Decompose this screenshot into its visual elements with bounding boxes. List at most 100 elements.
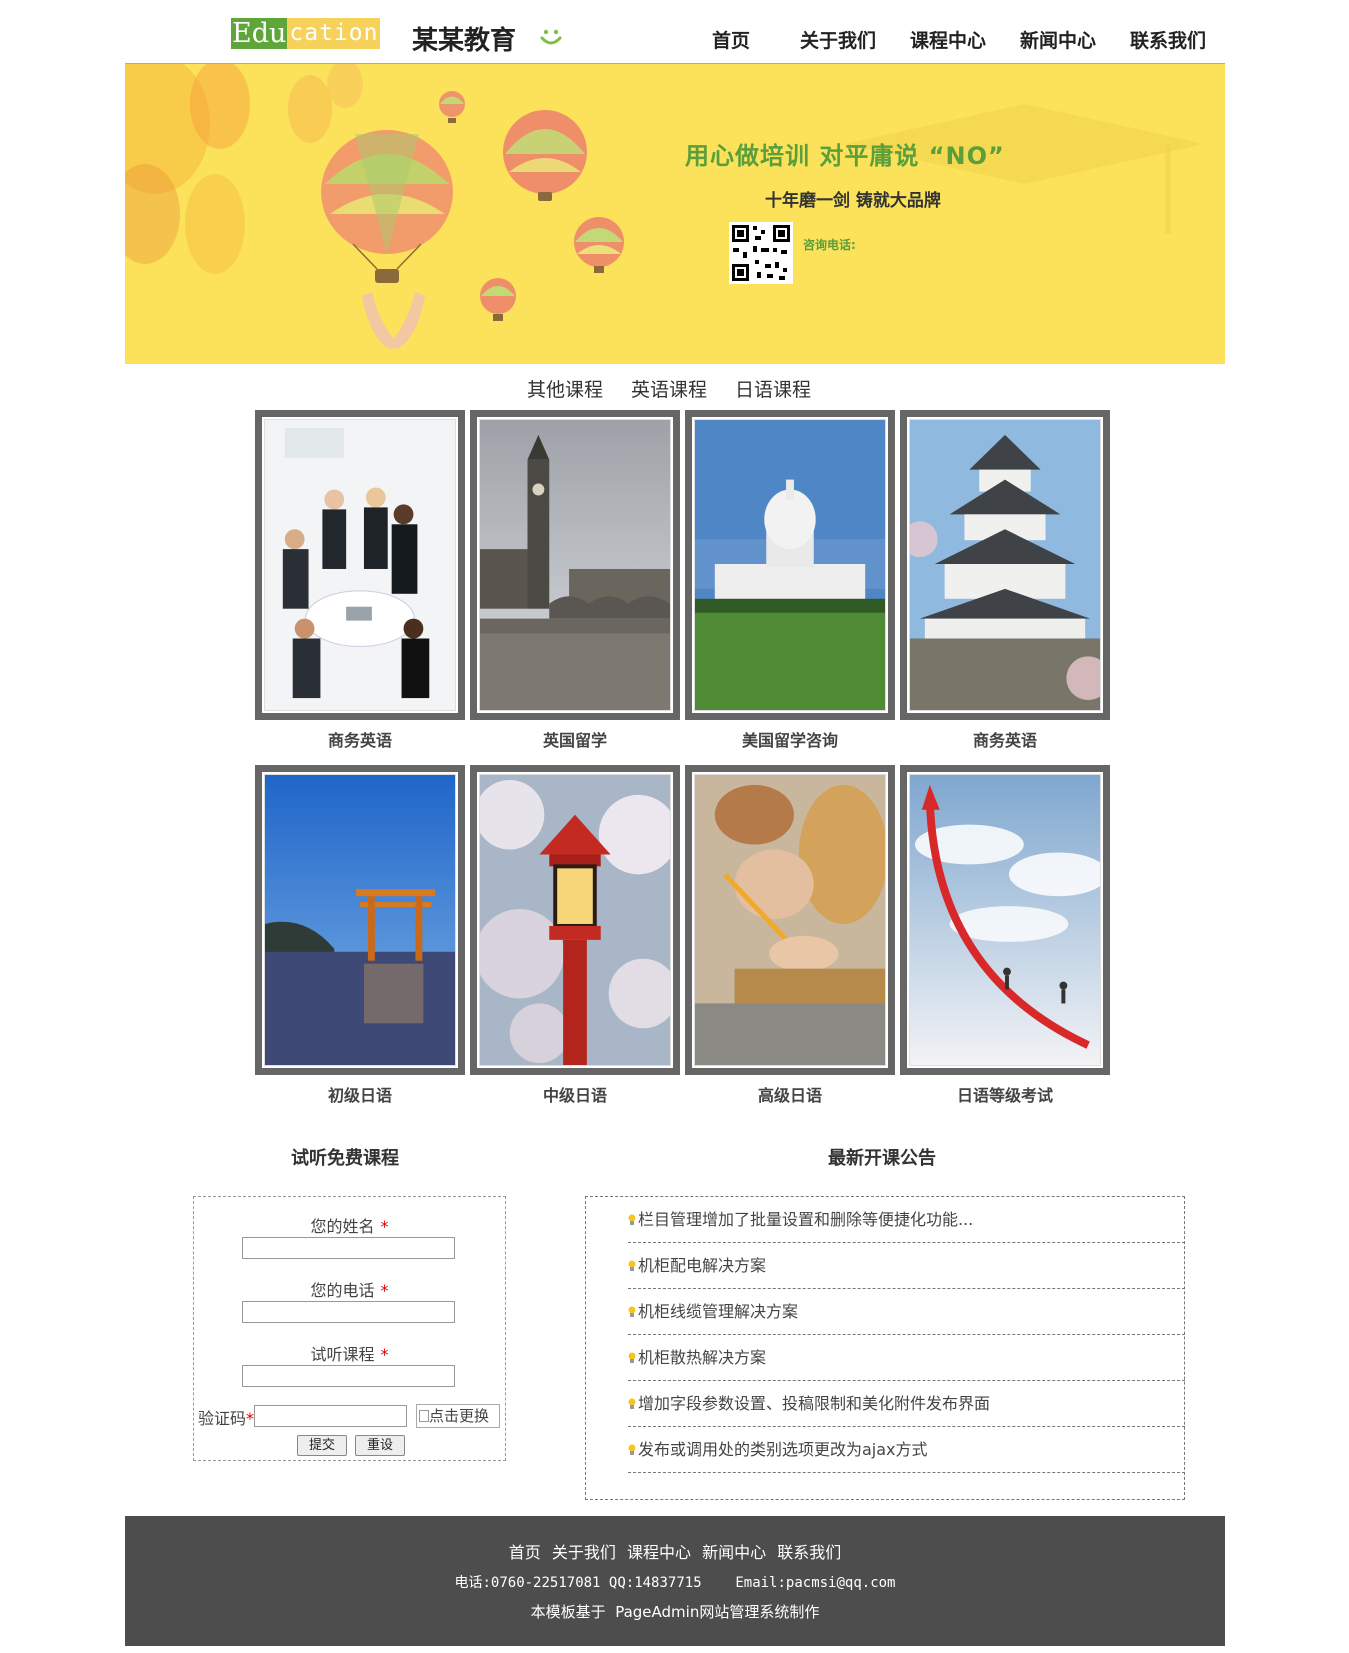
trial-form: 您的姓名 * 您的电话 * 试听课程 * 验证码* 点击更换 提交 重设 — [193, 1196, 506, 1461]
news-item-title: 机柜散热解决方案 — [638, 1348, 767, 1367]
phone-label-text: 您的电话 — [310, 1281, 375, 1300]
name-label: 您的姓名 * — [194, 1213, 505, 1237]
course-image-frame — [470, 410, 680, 720]
news-list: 栏目管理增加了批量设置和删除等便捷化功能... 机柜配电解决方案 机柜线缆管理解… — [628, 1197, 1185, 1473]
course-card[interactable]: 中级日语 — [470, 765, 680, 1105]
footer-link-contact[interactable]: 联系我们 — [777, 1543, 841, 1562]
course-card[interactable]: 商务英语 — [255, 410, 465, 750]
course-name: 商务英语 — [327, 731, 392, 750]
course-image-frame — [900, 765, 1110, 1075]
bulb-icon — [628, 1306, 636, 1317]
smile-icon — [540, 29, 562, 45]
captcha-label: 验证码* — [198, 1405, 254, 1429]
course-tabs: 其他课程 英语课程 日语课程 — [527, 375, 839, 402]
course-label: 试听课程 * — [194, 1341, 505, 1365]
nav-about[interactable]: 关于我们 — [800, 26, 910, 53]
required-mark: * — [380, 1217, 389, 1236]
nav-home[interactable]: 首页 — [712, 26, 800, 53]
hero-banner: 用心做培训 对平庸说 “NO” 十年磨一剑 铸就大品牌 咨询电话: — [125, 64, 1225, 364]
footer-powered-by: 本模板基于 PageAdmin网站管理系统制作 — [530, 1603, 820, 1621]
logo-part1: Edu — [231, 18, 288, 49]
course-name: 初级日语 — [327, 1086, 392, 1105]
banner-headline: 用心做培训 对平庸说 “NO” — [685, 142, 1005, 170]
us-capitol-image — [695, 420, 885, 710]
big-ben-image — [480, 420, 670, 710]
student-writing-image — [695, 775, 885, 1065]
course-name: 商务英语 — [972, 731, 1037, 750]
banner-illustration — [125, 64, 1205, 349]
banner-subline: 十年磨一剑 铸就大品牌 — [765, 191, 941, 211]
captcha-alt-text: 点击更换 — [429, 1407, 490, 1425]
news-item-title: 增加字段参数设置、投稿限制和美化附件发布界面 — [638, 1394, 991, 1413]
news-panel: 栏目管理增加了批量设置和删除等便捷化功能... 机柜配电解决方案 机柜线缆管理解… — [585, 1196, 1185, 1500]
footer-link-courses[interactable]: 课程中心 — [627, 1543, 691, 1562]
logo-part2: cation — [287, 18, 381, 49]
footer-link-news[interactable]: 新闻中心 — [702, 1543, 766, 1562]
course-name: 美国留学咨询 — [741, 731, 838, 750]
name-input[interactable] — [242, 1237, 455, 1259]
footer-link-home[interactable]: 首页 — [509, 1543, 541, 1562]
captcha-label-text: 验证码 — [198, 1409, 247, 1428]
business-meeting-image — [265, 420, 455, 710]
trial-section-title: 试听免费课程 — [291, 1148, 399, 1169]
broken-image-icon — [419, 1410, 429, 1422]
footer-links: 首页 关于我们 课程中心 新闻中心 联系我们 — [125, 1539, 1225, 1563]
nav-contact[interactable]: 联系我们 — [1130, 26, 1230, 53]
bulb-icon — [628, 1352, 636, 1363]
captcha-input[interactable] — [254, 1405, 407, 1427]
phone-label: 您的电话 * — [194, 1277, 505, 1301]
bulb-icon — [628, 1214, 636, 1225]
course-image-frame — [900, 410, 1110, 720]
consult-phone-label: 咨询电话: — [803, 238, 856, 252]
news-item[interactable]: 机柜线缆管理解决方案 — [628, 1289, 1185, 1335]
course-name: 日语等级考试 — [956, 1086, 1053, 1105]
nav-courses[interactable]: 课程中心 — [910, 26, 1020, 53]
nav-news[interactable]: 新闻中心 — [1020, 26, 1130, 53]
course-image-frame — [685, 765, 895, 1075]
news-item[interactable]: 机柜配电解决方案 — [628, 1243, 1185, 1289]
course-name: 高级日语 — [757, 1086, 822, 1105]
required-mark: * — [246, 1409, 255, 1428]
news-item[interactable]: 机柜散热解决方案 — [628, 1335, 1185, 1381]
news-item[interactable]: 发布或调用处的类别选项更改为ajax方式 — [628, 1427, 1185, 1473]
course-image-frame — [685, 410, 895, 720]
reset-button[interactable]: 重设 — [355, 1435, 405, 1456]
news-item-title: 机柜配电解决方案 — [638, 1256, 767, 1275]
course-card[interactable]: 英国留学 — [470, 410, 680, 750]
news-item[interactable]: 栏目管理增加了批量设置和删除等便捷化功能... — [628, 1197, 1185, 1243]
course-name: 英国留学 — [542, 731, 607, 750]
captcha-image[interactable]: 点击更换 — [416, 1404, 500, 1428]
bulb-icon — [628, 1260, 636, 1271]
site-name: 某某教育 — [412, 26, 517, 56]
bulb-icon — [628, 1398, 636, 1409]
course-input[interactable] — [242, 1365, 455, 1387]
submit-button[interactable]: 提交 — [297, 1435, 347, 1456]
footer-link-about[interactable]: 关于我们 — [552, 1543, 616, 1562]
course-image-frame — [255, 765, 465, 1075]
tab-english-courses[interactable]: 英语课程 — [631, 375, 707, 402]
site-footer: 首页 关于我们 课程中心 新闻中心 联系我们 电话:0760-22517081 … — [125, 1516, 1225, 1646]
japanese-castle-image — [910, 420, 1100, 710]
torii-gate-image — [265, 775, 455, 1065]
course-card[interactable]: 日语等级考试 — [900, 765, 1110, 1105]
bulb-icon — [628, 1444, 636, 1455]
news-item[interactable]: 增加字段参数设置、投稿限制和美化附件发布界面 — [628, 1381, 1185, 1427]
site-header: Edu cation 某某教育 首页 关于我们 课程中心 新闻中心 联系我们 — [0, 0, 1349, 64]
news-item-title: 栏目管理增加了批量设置和删除等便捷化功能... — [638, 1210, 974, 1229]
required-mark: * — [380, 1281, 389, 1300]
news-item-title: 发布或调用处的类别选项更改为ajax方式 — [638, 1440, 928, 1459]
course-label-text: 试听课程 — [310, 1345, 375, 1364]
lantern-cherry-blossom-image — [480, 775, 670, 1065]
course-card[interactable]: 初级日语 — [255, 765, 465, 1105]
news-section-title: 最新开课公告 — [828, 1148, 936, 1169]
phone-input[interactable] — [242, 1301, 455, 1323]
course-card[interactable]: 商务英语 — [900, 410, 1110, 750]
course-image-frame — [470, 765, 680, 1075]
news-item-title: 机柜线缆管理解决方案 — [638, 1302, 799, 1321]
course-card[interactable]: 高级日语 — [685, 765, 895, 1105]
course-card[interactable]: 美国留学咨询 — [685, 410, 895, 750]
tab-japanese-courses[interactable]: 日语课程 — [735, 375, 811, 402]
red-arrow-climb-image — [910, 775, 1100, 1065]
logo[interactable]: Edu cation — [231, 18, 381, 49]
tab-other-courses[interactable]: 其他课程 — [527, 375, 603, 402]
